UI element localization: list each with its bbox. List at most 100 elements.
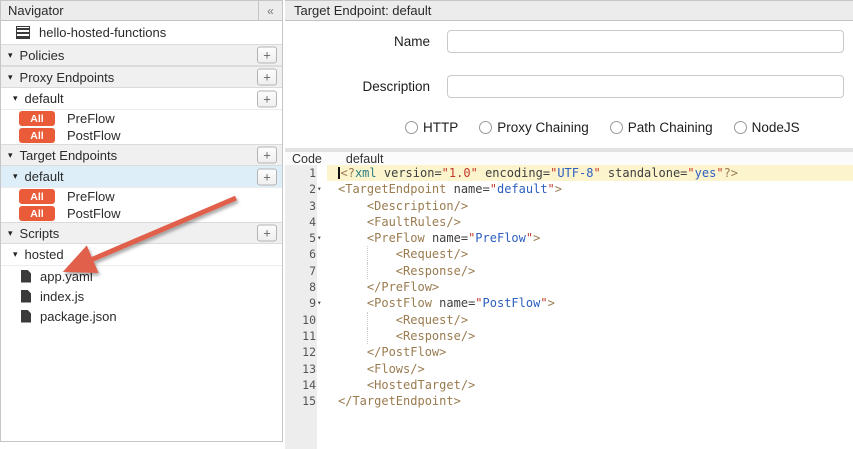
code-text[interactable]: <HostedTarget/> [327, 377, 853, 393]
code-text[interactable]: <Flows/> [327, 361, 853, 377]
code-text[interactable]: <Description/> [327, 198, 853, 214]
line-number: 8▾ [285, 279, 327, 295]
line-number: 5▾ [285, 230, 327, 246]
fold-arrow-icon[interactable]: ▾ [317, 181, 327, 197]
xml-code-editor[interactable]: 1▾<?xml version="1.0" encoding="UTF-8" s… [285, 165, 853, 449]
code-tab-default[interactable]: default [322, 152, 384, 166]
add-button[interactable]: + [257, 168, 277, 185]
navigator-panel: Navigator « hello-hosted-functions ▾ Polic… [0, 0, 283, 442]
nav-row-hello-hosted-functions[interactable]: hello-hosted-functions [1, 21, 282, 44]
code-line-3[interactable]: 3▾ <Description/> [285, 198, 853, 214]
nav-row-app-yaml[interactable]: app.yaml [1, 266, 282, 286]
radio-nodejs[interactable]: NodeJS [734, 120, 800, 135]
collapse-panel-icon[interactable]: « [258, 1, 282, 21]
code-text[interactable]: </PostFlow> [327, 344, 853, 360]
nav-row-label: Target Endpoints [20, 148, 118, 163]
disclosure-triangle-icon[interactable]: ▾ [8, 151, 13, 160]
nav-row-default[interactable]: ▾default+ [1, 88, 282, 110]
navigator-tree: hello-hosted-functions▾Policies+▾Proxy E… [1, 21, 282, 326]
nav-row-index-js[interactable]: index.js [1, 286, 282, 306]
nav-row-default[interactable]: ▾default+ [1, 166, 282, 188]
nav-row-target-endpoints[interactable]: ▾ Target Endpoints + [1, 144, 282, 166]
code-tab-label: Code [285, 152, 322, 166]
navigator-header: Navigator « [1, 1, 282, 21]
fold-arrow-icon[interactable]: ▾ [317, 295, 327, 311]
radio-circle-icon[interactable] [405, 121, 418, 134]
code-text[interactable]: <Request/> [327, 312, 853, 328]
code-line-13[interactable]: 13▾ <Flows/> [285, 361, 853, 377]
nav-row-postflow[interactable]: All PostFlow [1, 127, 282, 144]
add-button[interactable]: + [257, 69, 277, 86]
code-line-9[interactable]: 9▾ <PostFlow name="PostFlow"> [285, 295, 853, 311]
disclosure-triangle-icon[interactable]: ▾ [13, 172, 18, 181]
all-conditions-badge: All [19, 189, 55, 204]
code-line-2[interactable]: 2▾<TargetEndpoint name="default"> [285, 181, 853, 197]
nav-row-preflow[interactable]: AllPreFlow [1, 188, 282, 205]
indent-guide [367, 263, 368, 279]
code-lines: 1▾<?xml version="1.0" encoding="UTF-8" s… [285, 165, 853, 409]
disclosure-triangle-icon[interactable]: ▾ [8, 229, 13, 238]
radio-proxy-chaining[interactable]: Proxy Chaining [479, 120, 589, 135]
radio-circle-icon[interactable] [610, 121, 623, 134]
code-text[interactable]: </PreFlow> [327, 279, 853, 295]
disclosure-triangle-icon[interactable]: ▾ [8, 51, 13, 60]
code-line-12[interactable]: 12▾ </PostFlow> [285, 344, 853, 360]
target-endpoint-title: Target Endpoint: default [294, 3, 431, 18]
radio-label: Proxy Chaining [497, 120, 589, 135]
code-text[interactable]: <?xml version="1.0" encoding="UTF-8" sta… [327, 165, 853, 181]
all-conditions-badge: All [19, 111, 55, 126]
code-line-8[interactable]: 8▾ </PreFlow> [285, 279, 853, 295]
line-number: 13▾ [285, 361, 327, 377]
disclosure-triangle-icon[interactable]: ▾ [13, 250, 18, 259]
nav-row-postflow[interactable]: AllPostFlow [1, 205, 282, 222]
radio-path-chaining[interactable]: Path Chaining [610, 120, 713, 135]
description-field[interactable] [447, 75, 844, 98]
navigator-title: Navigator [8, 3, 64, 18]
line-number: 4▾ [285, 214, 327, 230]
disclosure-triangle-icon[interactable]: ▾ [13, 94, 18, 103]
code-text[interactable]: <Response/> [327, 263, 853, 279]
nav-row-label: PostFlow [67, 128, 120, 143]
code-line-7[interactable]: 7▾ <Response/> [285, 263, 853, 279]
description-field-row: Description [285, 75, 853, 98]
all-conditions-badge: All [19, 128, 55, 143]
disclosure-triangle-icon[interactable]: ▾ [8, 73, 13, 82]
code-line-10[interactable]: 10▾ <Request/> [285, 312, 853, 328]
add-button[interactable]: + [257, 225, 277, 242]
line-number: 3▾ [285, 198, 327, 214]
code-line-6[interactable]: 6▾ <Request/> [285, 246, 853, 262]
code-text[interactable]: </TargetEndpoint> [327, 393, 853, 409]
code-line-15[interactable]: 15▾</TargetEndpoint> [285, 393, 853, 409]
fold-arrow-icon[interactable]: ▾ [317, 230, 327, 246]
add-button[interactable]: + [257, 47, 277, 64]
code-text[interactable]: <PostFlow name="PostFlow"> [327, 295, 853, 311]
code-line-14[interactable]: 14▾ <HostedTarget/> [285, 377, 853, 393]
document-list-icon [16, 26, 30, 39]
nav-row-label: hello-hosted-functions [39, 25, 166, 40]
nav-row-policies[interactable]: ▾ Policies + [1, 44, 282, 66]
code-line-11[interactable]: 11▾ <Response/> [285, 328, 853, 344]
radio-circle-icon[interactable] [479, 121, 492, 134]
nav-row-scripts[interactable]: ▾Scripts+ [1, 222, 282, 244]
code-line-1[interactable]: 1▾<?xml version="1.0" encoding="UTF-8" s… [285, 165, 853, 181]
radio-http[interactable]: HTTP [405, 120, 458, 135]
code-line-5[interactable]: 5▾ <PreFlow name="PreFlow"> [285, 230, 853, 246]
line-number: 14▾ [285, 377, 327, 393]
nav-row-proxy-endpoints[interactable]: ▾ Proxy Endpoints + [1, 66, 282, 88]
nav-row-preflow[interactable]: AllPreFlow [1, 110, 282, 127]
code-text[interactable]: <TargetEndpoint name="default"> [327, 181, 853, 197]
add-button[interactable]: + [257, 147, 277, 164]
code-text[interactable]: <FaultRules/> [327, 214, 853, 230]
nav-row-label: Policies [20, 48, 65, 63]
add-button[interactable]: + [257, 90, 277, 107]
code-text[interactable]: <Response/> [327, 328, 853, 344]
nav-row-package-json[interactable]: package.json [1, 306, 282, 326]
code-line-4[interactable]: 4▾ <FaultRules/> [285, 214, 853, 230]
code-text[interactable]: <PreFlow name="PreFlow"> [327, 230, 853, 246]
name-field[interactable] [447, 30, 844, 53]
nav-row-label: Proxy Endpoints [20, 70, 115, 85]
radio-circle-icon[interactable] [734, 121, 747, 134]
code-text[interactable]: <Request/> [327, 246, 853, 262]
nav-row-hosted[interactable]: ▾hosted [1, 244, 282, 266]
line-number: 10▾ [285, 312, 327, 328]
